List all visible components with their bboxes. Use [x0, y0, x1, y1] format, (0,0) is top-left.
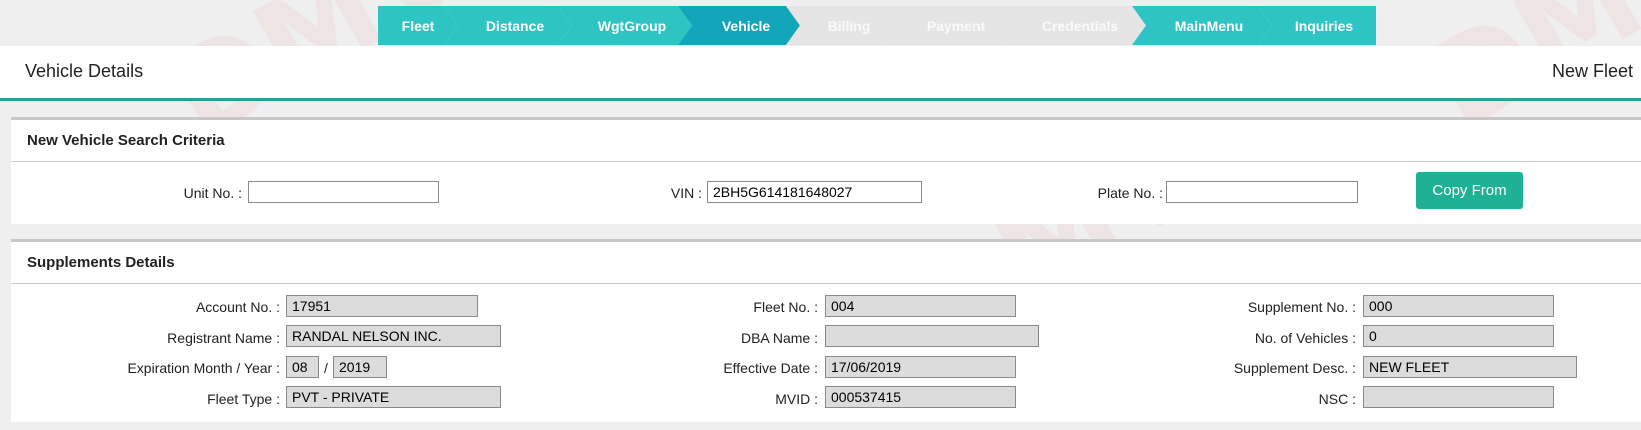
- unit-no-input[interactable]: [248, 181, 439, 203]
- step-label: Inquiries: [1294, 17, 1354, 34]
- supplement-no-field: [1363, 295, 1554, 317]
- fleet-type-label: Fleet Type :: [207, 391, 280, 407]
- registrant-name-label: Registrant Name :: [167, 330, 280, 346]
- step-label: Distance: [485, 17, 545, 34]
- fleet-no-field: [825, 295, 1016, 317]
- copy-from-button[interactable]: Copy From: [1416, 172, 1523, 209]
- vin-input[interactable]: [707, 181, 922, 203]
- step-distance[interactable]: Distance: [444, 6, 572, 45]
- step-label: Credentials: [1041, 17, 1119, 34]
- mvid-label: MVID :: [775, 391, 818, 407]
- expiration-month-field: [286, 356, 319, 378]
- expiration-year-field: [333, 356, 387, 378]
- step-label: Fleet: [401, 17, 435, 34]
- num-vehicles-field: [1363, 325, 1554, 347]
- page-title: Vehicle Details: [25, 61, 144, 81]
- panel-title: Supplements Details: [11, 242, 1641, 284]
- expiration-label: Expiration Month / Year :: [127, 360, 280, 376]
- nsc-field: [1363, 386, 1554, 408]
- step-mainmenu[interactable]: MainMenu: [1132, 6, 1272, 45]
- step-vehicle[interactable]: Vehicle: [678, 6, 800, 45]
- expiration-separator: /: [324, 360, 328, 376]
- unit-no-label: Unit No. :: [183, 185, 242, 201]
- step-billing: Billing: [786, 6, 898, 45]
- header-context: New Fleet: [1551, 61, 1633, 81]
- step-label: WgtGroup: [597, 17, 667, 34]
- step-label: Payment: [926, 17, 986, 34]
- supplement-no-label: Supplement No. :: [1247, 299, 1356, 315]
- fleet-type-field: [286, 386, 501, 408]
- plate-no-input[interactable]: [1166, 181, 1358, 203]
- num-vehicles-label: No. of Vehicles :: [1254, 330, 1356, 346]
- step-payment: Payment: [884, 6, 1014, 45]
- step-fleet[interactable]: Fleet: [378, 6, 458, 45]
- account-no-label: Account No. :: [195, 299, 280, 315]
- nsc-label: NSC :: [1318, 391, 1356, 407]
- mvid-field: [825, 386, 1016, 408]
- supplement-desc-label: Supplement Desc. :: [1233, 360, 1356, 376]
- account-no-field: [286, 295, 478, 317]
- step-inquiries[interactable]: Inquiries: [1258, 6, 1376, 45]
- dba-name-field: [825, 325, 1039, 347]
- step-label: Vehicle: [721, 17, 771, 34]
- fleet-no-label: Fleet No. :: [753, 299, 818, 315]
- supplement-desc-field: [1363, 356, 1577, 378]
- search-criteria-panel: New Vehicle Search Criteria: [11, 117, 1641, 224]
- wizard-steps: Fleet Distance WgtGroup Vehicle Billing …: [378, 6, 1376, 45]
- step-label: MainMenu: [1174, 17, 1244, 34]
- vin-label: VIN :: [670, 185, 702, 201]
- step-wgtgroup[interactable]: WgtGroup: [558, 6, 692, 45]
- page-header: Vehicle Details New Fleet: [0, 46, 1641, 101]
- panel-title: New Vehicle Search Criteria: [11, 120, 1641, 162]
- step-credentials: Credentials: [1000, 6, 1146, 45]
- effective-date-field: [825, 356, 1016, 378]
- registrant-name-field: [286, 325, 501, 347]
- step-label: Billing: [827, 17, 871, 34]
- plate-no-label: Plate No. :: [1097, 185, 1163, 201]
- dba-name-label: DBA Name :: [740, 330, 818, 346]
- effective-date-label: Effective Date :: [723, 360, 818, 376]
